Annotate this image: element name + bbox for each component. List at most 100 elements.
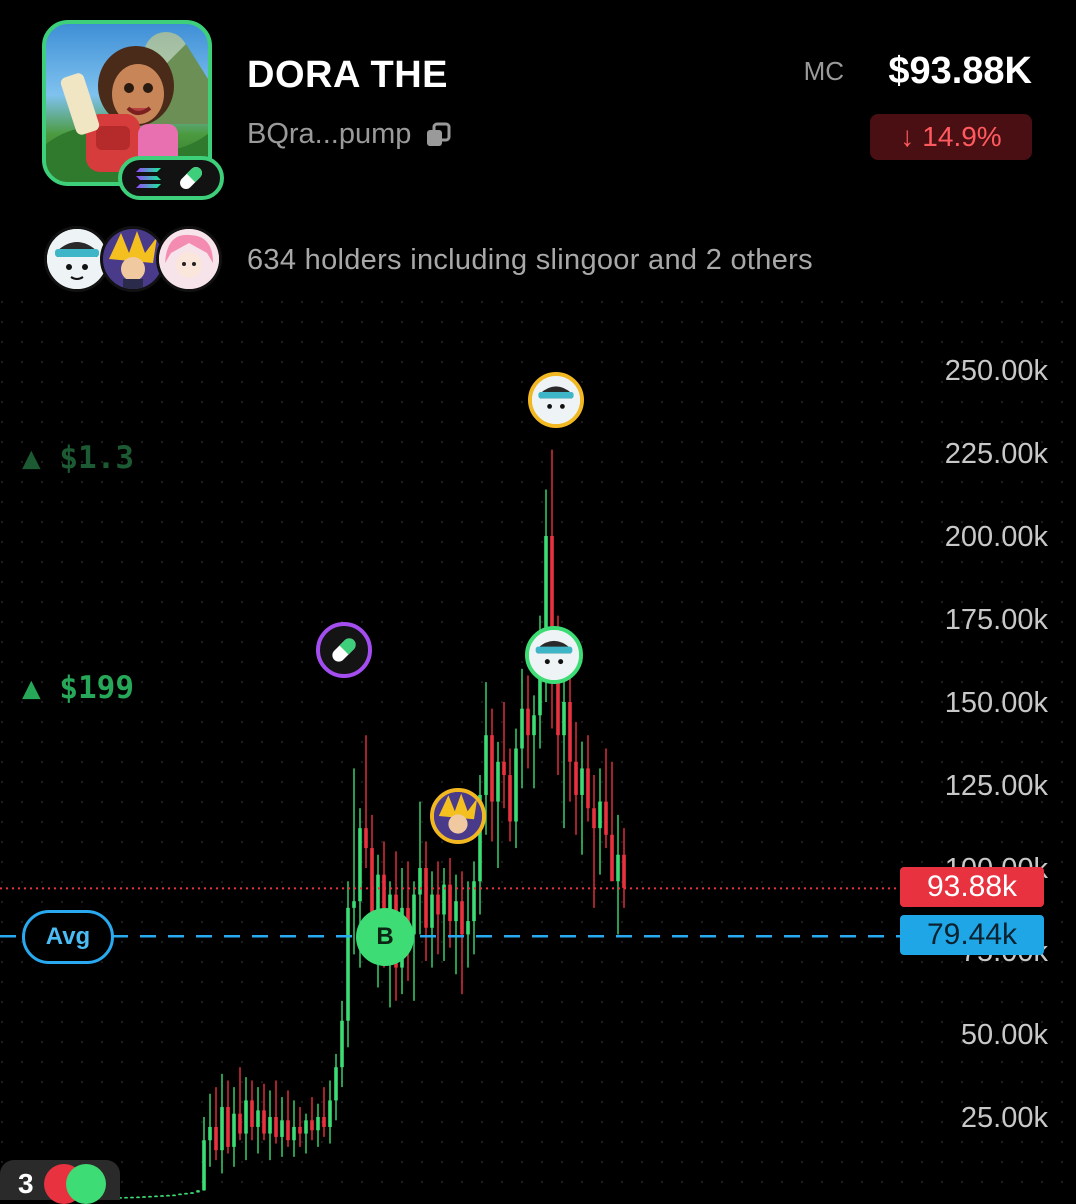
candle-body [172, 1194, 176, 1197]
trade-tag-mid: ▲ $199 [22, 670, 134, 706]
pill-marker[interactable] [316, 622, 372, 678]
candle-body [484, 735, 488, 795]
candle-body [280, 1120, 284, 1137]
candle-body [262, 1110, 266, 1134]
candle-body [190, 1192, 194, 1194]
candle-body [526, 708, 530, 736]
current-price-label: 93.88k [900, 867, 1044, 907]
candle-body [574, 761, 578, 795]
candle-body [178, 1193, 182, 1196]
y-tick-label: 50.00k [961, 1019, 1049, 1051]
pill-icon [332, 638, 356, 662]
trades-count: 3 [18, 1168, 34, 1199]
copy-icon[interactable] [425, 122, 451, 148]
trader-marker-green[interactable] [525, 626, 583, 684]
candle-body [226, 1107, 230, 1147]
candle-body [616, 854, 620, 882]
candle-body [352, 901, 356, 908]
candle-body [568, 702, 572, 762]
candle-body [136, 1196, 140, 1199]
market-cap-value: $93.88K [888, 50, 1032, 92]
candle-body [310, 1120, 314, 1131]
chart-grid [0, 300, 1076, 1200]
token-name: DORA THE [247, 54, 449, 96]
candle-body [424, 868, 428, 928]
candle-body [508, 775, 512, 822]
candle-body [292, 1126, 296, 1141]
holders-avatars[interactable] [44, 226, 224, 296]
candle-body [580, 768, 584, 795]
candle-body [184, 1193, 188, 1195]
candle-body [250, 1100, 254, 1127]
candle-body [586, 768, 590, 809]
candle-body [514, 748, 518, 822]
candle-body [328, 1100, 332, 1127]
candle-body [604, 801, 608, 835]
y-tick-label: 150.00k [945, 687, 1049, 719]
market-cap-label: MC [803, 56, 844, 86]
y-tick-label: 125.00k [945, 770, 1049, 802]
candle-body [232, 1113, 236, 1147]
candle-body [340, 1020, 344, 1068]
token-address[interactable]: BQra...pump [247, 118, 451, 151]
candle-body [202, 1140, 206, 1191]
candle-body [166, 1195, 170, 1197]
arrow-down-icon: ↓ [900, 121, 915, 152]
candle-body [358, 828, 362, 902]
chain-badge [118, 156, 224, 200]
candle-body [622, 854, 626, 888]
y-tick-label: 225.00k [945, 438, 1049, 470]
candle-body [238, 1113, 242, 1134]
candle-body [220, 1107, 224, 1151]
candle-body [520, 708, 524, 749]
candle-body [466, 921, 470, 935]
solana-icon [136, 168, 161, 188]
candle-body [592, 808, 596, 829]
price-chart[interactable]: 250.00k 225.00k 200.00k 175.00k 150.00k 125.0… [0, 300, 1076, 1200]
candle-body [460, 901, 464, 935]
y-tick-label: 175.00k [945, 604, 1049, 636]
trades-chip-dot-green [66, 1164, 106, 1204]
candle-body [370, 848, 374, 915]
trader-marker-top[interactable] [528, 372, 584, 428]
trade-tag-mid-value: $199 [59, 670, 134, 706]
address-text: BQra...pump [247, 118, 412, 150]
y-tick-label: 25.00k [961, 1102, 1049, 1134]
candle-body [154, 1195, 158, 1198]
candle-body [316, 1117, 320, 1131]
avg-toggle-button[interactable]: Avg [22, 910, 114, 964]
candle-body [472, 881, 476, 922]
candle-body [598, 801, 602, 829]
candle-body [256, 1110, 260, 1127]
buy-marker[interactable]: B [356, 908, 414, 966]
candle-body [532, 715, 536, 736]
candle-body [148, 1196, 152, 1198]
candle-body [322, 1117, 326, 1127]
candle-body [196, 1190, 200, 1193]
candle-body [454, 901, 458, 922]
avg-price-label: 79.44k [900, 915, 1044, 955]
candle-body [274, 1117, 278, 1137]
candle-body [502, 761, 506, 776]
candle-body [436, 894, 440, 915]
candle-body [304, 1120, 308, 1134]
holder-avatar[interactable] [156, 226, 222, 292]
candle-body [430, 894, 434, 928]
candle-body [562, 702, 566, 736]
candle-body [130, 1196, 134, 1199]
candle-body [214, 1126, 218, 1151]
y-tick-label: 250.00k [945, 355, 1049, 387]
redaction-scribble [500, 60, 650, 116]
candle-body [334, 1067, 338, 1101]
candle-body [448, 884, 452, 922]
candle-body [364, 828, 368, 849]
candle-body [124, 1197, 128, 1199]
price-change-badge: ↓ 14.9% [870, 114, 1032, 160]
trade-tag-high: ▲ $1.3 [22, 440, 134, 476]
trader-marker-gold[interactable] [430, 788, 486, 844]
candle-body [346, 907, 350, 1021]
candle-body [496, 761, 500, 802]
candle-body [298, 1126, 302, 1134]
trade-tag-high-value: $1.3 [59, 440, 134, 476]
holders-summary[interactable]: 634 holders including slingoor and 2 oth… [247, 244, 813, 277]
